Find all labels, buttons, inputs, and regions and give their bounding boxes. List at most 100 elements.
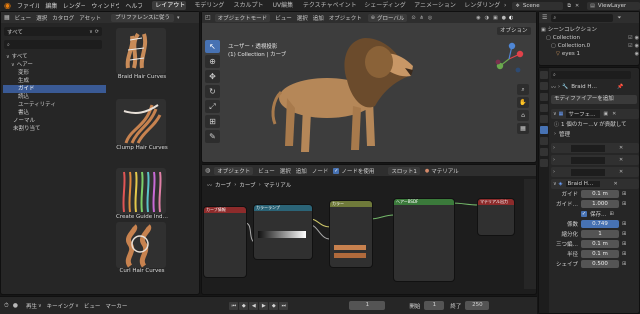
input-socket-icon[interactable]: ⊞ [622,191,626,197]
editor-type-icon[interactable]: ▦ [4,14,10,21]
close-icon[interactable]: ✕ [614,181,618,187]
shading-solid-icon[interactable]: ● [502,15,506,21]
color-ramp-gradient[interactable] [258,231,306,238]
3d-viewport[interactable]: ◰ オブジェクトモード ビュー 選択 追加 オブジェクト ⊕ グローバル ⊙ ⋔… [201,11,537,163]
property-value-field[interactable]: 0.1 m [581,250,619,258]
node-color[interactable]: カラー [330,201,372,267]
outliner-item[interactable]: ▢ Collection.0 ☑ ◉ [541,42,639,50]
close-icon[interactable]: ✕ [619,157,623,163]
catalog-item[interactable]: ガイド [3,85,106,93]
asset-menu-asset[interactable]: アセット [79,14,101,22]
modifier-tab-icon[interactable] [540,126,548,134]
workspace-tab-uv[interactable]: UV編集 [270,1,295,10]
visibility-toggle-icon[interactable]: ▣ [603,111,608,117]
braid-modifier-header[interactable]: ∨ ◈ Braid H… ✕ [551,179,639,189]
copy-icon[interactable]: ⧉ [567,3,571,9]
property-value-field[interactable]: 1 [581,230,619,238]
input-socket-icon[interactable]: ⊞ [622,251,626,257]
scale-tool-icon[interactable]: ⤢ [205,100,220,113]
node-material-output[interactable]: マテリアル出力 [478,199,514,235]
shading-material-icon[interactable]: ◐ [509,15,513,21]
library-selector[interactable]: すべて ∨ ⟳ [4,27,102,36]
workspace-tab-sculpt[interactable]: スカルプト [230,1,264,10]
menu-help[interactable]: ヘルプ [125,1,142,10]
auto-keying-icon[interactable]: ● [13,302,18,309]
checkbox-icon[interactable]: ☑ [628,34,632,42]
outliner-search[interactable]: ⌕ [551,13,614,22]
start-frame-field[interactable]: 1 [424,301,445,310]
snap-icon[interactable]: ⋔ [420,15,424,21]
braid-modifier-name[interactable]: Braid H… [565,181,600,187]
asset-tile-braid[interactable]: Braid Hair Curves [116,28,168,80]
viewport-menu-view[interactable]: ビュー [275,14,292,22]
catalog-item[interactable]: 書込 [3,109,106,117]
property-value-field[interactable]: 1.000 [581,200,619,208]
keying-menu[interactable]: キーイング [47,302,75,310]
transform-orientation[interactable]: ⊕ グローバル [367,13,408,22]
workspace-tab-layout[interactable]: レイアウト [152,1,187,10]
close-icon[interactable]: ✕ [619,169,623,175]
scene-tab-icon[interactable] [540,104,548,112]
checkbox-checked-icon[interactable]: ✓ [581,211,587,217]
material-tab-icon[interactable] [540,159,548,167]
close-icon[interactable]: ✕ [619,145,623,151]
transform-tool-icon[interactable]: ⊞ [205,115,220,128]
pivot-icon[interactable]: ⊙ [411,15,415,21]
overlay-icon[interactable]: ◑ [485,15,489,21]
refresh-icon[interactable]: ⟳ [95,29,99,35]
scene-selector[interactable]: ❖ Scene [512,1,564,10]
playback-menu[interactable]: 再生 [26,302,37,310]
menu-edit[interactable]: 編集 [45,1,56,10]
asset-tile-curl[interactable]: Curl Hair Curves [116,222,168,274]
pin-icon[interactable]: 📌 [617,84,623,90]
viewport-menu-select[interactable]: 選択 [297,14,308,22]
view-layer-selector[interactable]: ▤ ViewLayer [587,1,640,10]
workspace-tab-texture-paint[interactable]: テクスチャペイント [300,1,356,10]
outliner-item[interactable]: ▽ eyes 1 ◉ [541,50,639,58]
menu-render[interactable]: レンダー [63,1,86,10]
catalog-item[interactable]: ∨ ヘアー [3,61,106,69]
input-socket-icon[interactable]: ⊞ [610,211,614,217]
tool-tab-icon[interactable] [540,71,548,79]
prev-keyframe-icon[interactable]: ◆ [239,301,249,310]
checkbox-icon[interactable]: ☑ [628,42,632,50]
modifier-name-field[interactable]: サーフェ… [566,110,601,118]
camera-icon[interactable]: ⌂ [517,110,529,121]
catalog-item[interactable]: 未割り当て [3,125,106,133]
asset-menu-catalog[interactable]: カタログ [52,14,74,22]
filter-icon[interactable]: ⏷ [617,15,621,21]
cursor-tool-icon[interactable]: ⊕ [205,55,220,68]
close-icon[interactable]: ✕ [575,3,579,9]
editor-type-icon[interactable]: ⏱ [4,302,9,310]
asset-tile-create-guide[interactable]: Create Guide Ind… [116,168,168,220]
jump-start-icon[interactable]: ⏮ [229,301,239,310]
collapsed-modifier[interactable]: › ✕ [551,155,639,165]
chevron-down-icon[interactable]: ∨ [553,181,557,187]
menu-file[interactable]: ファイル [17,1,40,10]
catalog-search-field[interactable]: ⌕ [4,40,102,49]
chevron-right-icon[interactable]: › [553,145,555,151]
shader-node-editor[interactable]: ◍ オブジェクト ビュー 選択 追加 ノード ✓ ノードを使用 スロット1 ● … [201,164,537,295]
input-socket-icon[interactable]: ⊞ [622,221,626,227]
grid-view-icon[interactable]: ▦ [517,123,529,134]
next-keyframe-icon[interactable]: ◆ [269,301,279,310]
collapsed-modifier[interactable]: › ✕ [551,167,639,177]
input-socket-icon[interactable]: ⊞ [622,261,626,267]
pan-hand-icon[interactable]: ✋ [517,97,529,108]
menu-window[interactable]: ウィンドウ [91,1,119,10]
editor-type-icon[interactable]: ☰ [542,14,547,21]
input-socket-icon[interactable]: ⊞ [622,241,626,247]
catalog-item[interactable]: ノーマル [3,117,106,125]
outliner-item[interactable]: ▢ Collection ☑ ◉ [541,34,639,42]
object-tab-icon[interactable] [540,115,548,123]
blender-logo-icon[interactable]: ◉ [4,1,11,10]
add-modifier-button[interactable]: モディファイアーを追加 [551,94,637,104]
jump-end-icon[interactable]: ⏭ [279,301,289,310]
catalog-item[interactable]: 変形 [3,69,106,77]
node-hair-bsdf[interactable]: ヘアーBSDF [394,199,454,281]
data-tab-icon[interactable] [540,148,548,156]
close-icon[interactable]: ✕ [612,111,616,117]
play-icon[interactable]: ▶ [259,301,269,310]
select-tool-icon[interactable]: ↖ [205,40,220,53]
navigation-gizmo[interactable] [492,42,526,76]
